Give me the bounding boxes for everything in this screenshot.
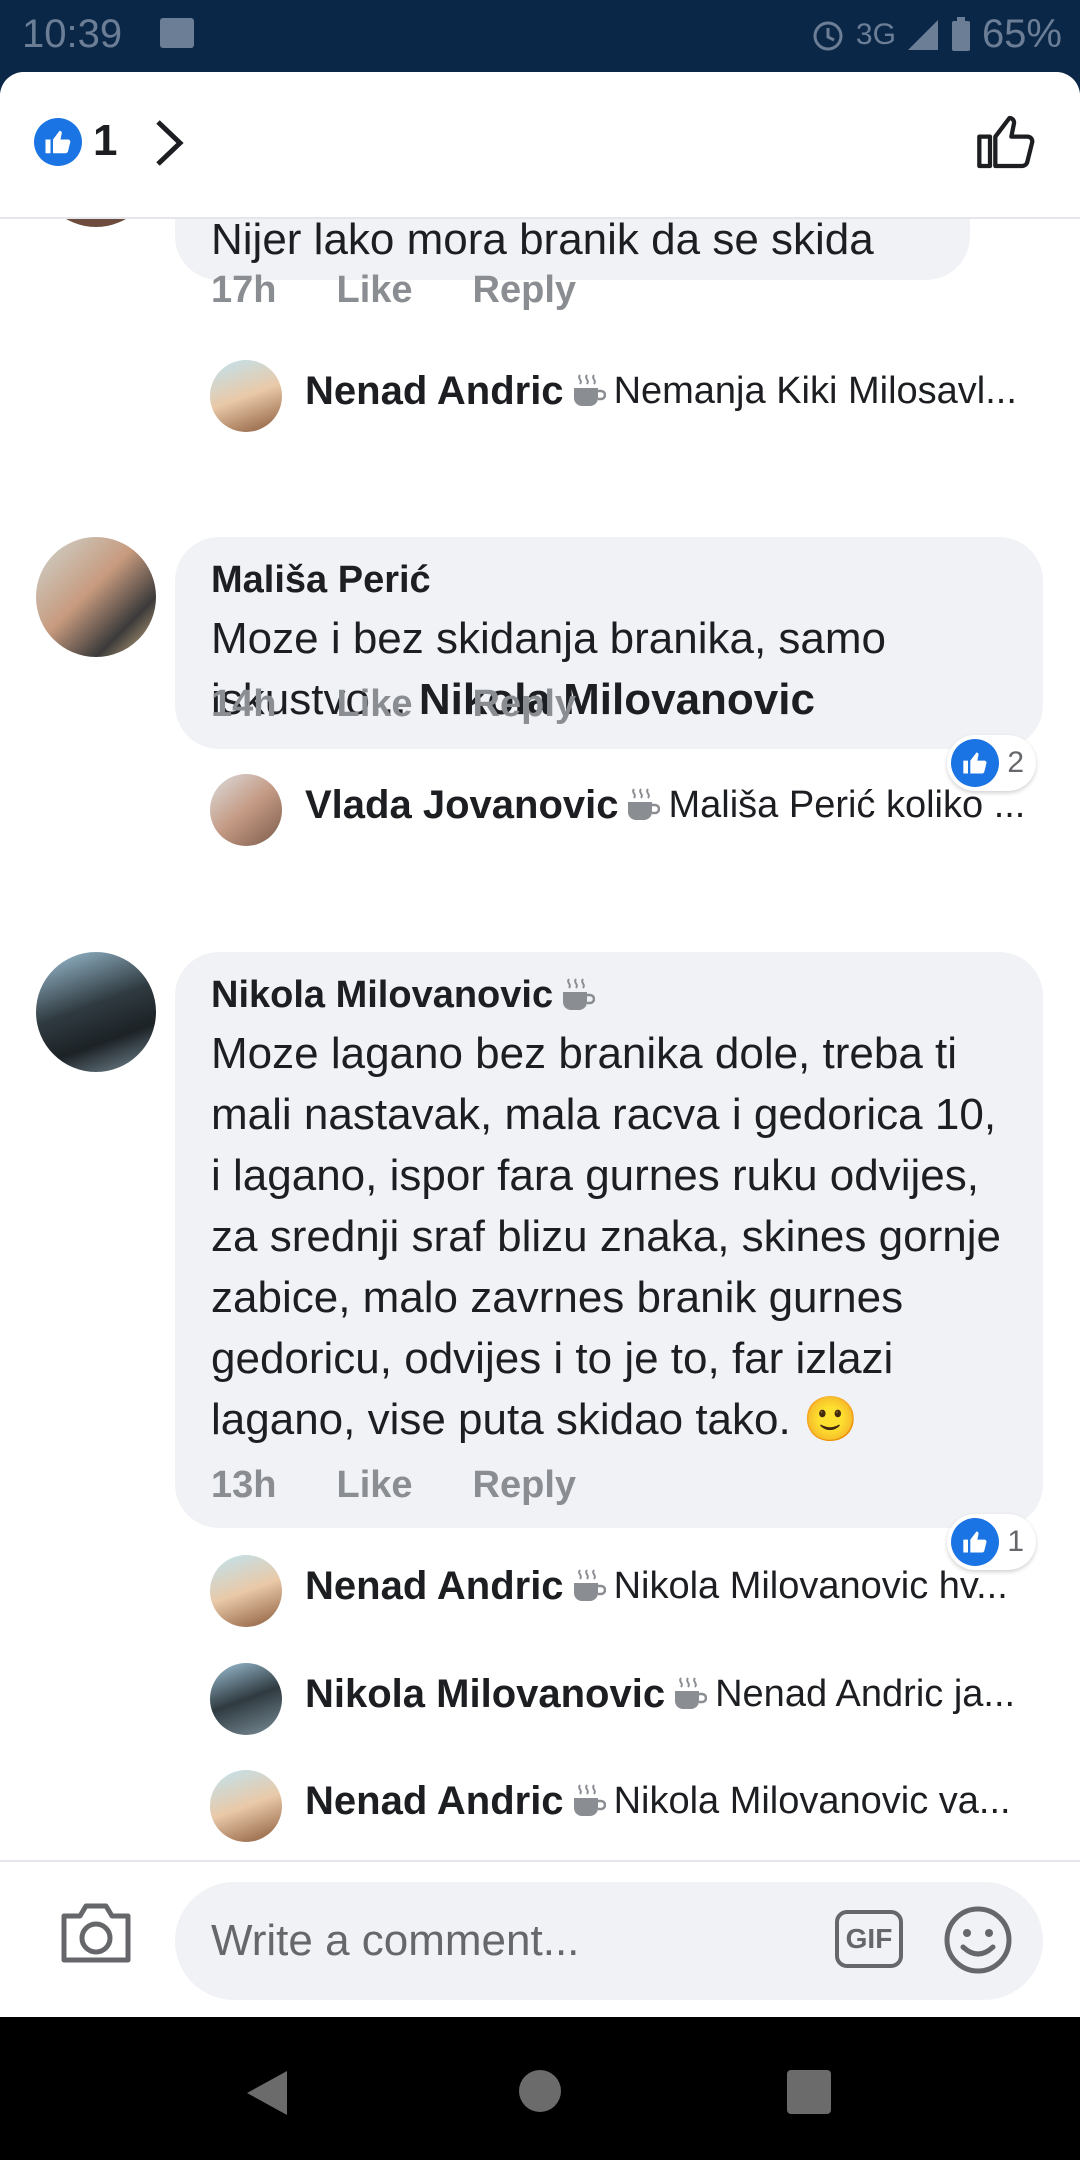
comment-time: 13h [211, 1464, 277, 1506]
coffee-cup-icon [573, 1783, 606, 1816]
emoji-icon[interactable] [943, 1905, 1013, 1975]
like-button[interactable]: Like [336, 1464, 412, 1507]
reply-preview[interactable]: Nenad Andric Nikola Milovanovic hv... [210, 1564, 1008, 1609]
reaction-count: 2 [1007, 746, 1024, 779]
coffee-cup-icon [628, 787, 661, 820]
status-time: 10:39 [22, 12, 123, 56]
comment-text: Nijer lako mora branik da se skida [211, 217, 874, 264]
comment-author[interactable]: Mališa Perić [211, 559, 1007, 602]
reply-author: Nikola Milovanovic [305, 1672, 666, 1716]
back-nav-icon[interactable] [245, 2069, 289, 2117]
reply-author: Nenad Andric [305, 369, 564, 413]
coffee-cup-icon [563, 977, 596, 1010]
comment-composer: Write a comment... GIF [0, 1860, 1080, 2017]
reply-button[interactable]: Reply [473, 1464, 576, 1507]
reply-preview-text: Nikola Milovanovic hv... [613, 1565, 1008, 1607]
like-reaction-icon [951, 1518, 1000, 1566]
home-nav-icon[interactable] [518, 2069, 562, 2113]
reply-button[interactable]: Reply [473, 269, 576, 312]
comments-sheet: 1 Nijer lako mora branik da se skida 17h… [0, 72, 1080, 2017]
comment-author-row: Nikola Milovanovic [211, 974, 1007, 1017]
coffee-cup-icon [675, 1676, 708, 1709]
reply-button[interactable]: Reply [473, 683, 576, 726]
battery-percent: 65% [981, 12, 1062, 56]
reply-author: Nenad Andric [305, 1564, 564, 1608]
reply-preview[interactable]: Nenad Andric Nikola Milovanovic va... [210, 1779, 1011, 1824]
reactions-header: 1 [0, 72, 1080, 219]
reply-preview[interactable]: Nikola Milovanovic Nenad Andric ja... [210, 1672, 1015, 1717]
like-button[interactable]: Like [336, 683, 412, 726]
gif-icon[interactable]: GIF [835, 1910, 903, 1968]
reply-preview[interactable]: Nenad Andric Nemanja Kiki Milosavl... [210, 369, 1017, 414]
comment-time: 14h [211, 683, 277, 725]
comment-bubble[interactable]: Nikola Milovanovic Moze lagano bez brani… [175, 952, 1043, 1528]
alarm-icon [813, 21, 843, 50]
comment-actions: 13h Like Reply [211, 1464, 576, 1507]
reply-preview-text: Mališa Perić koliko ... [668, 784, 1026, 826]
comment-thread: Nijer lako mora branik da se skida 17h L… [0, 217, 1080, 1933]
camera-icon[interactable] [58, 1900, 134, 1966]
comment-author[interactable]: Nikola Milovanovic [211, 974, 553, 1017]
like-reaction-icon [951, 739, 1000, 787]
comment-actions: 14h Like Reply [211, 683, 576, 726]
reply-preview-text: Nenad Andric ja... [715, 1673, 1016, 1715]
like-badge-icon[interactable] [34, 118, 82, 166]
comment-text: Moze lagano bez branika dole, treba ti m… [211, 1029, 1001, 1444]
recents-nav-icon[interactable] [787, 2070, 831, 2114]
comment-time: 17h [211, 269, 277, 311]
gallery-notification-icon [160, 18, 194, 48]
signal-icon [907, 19, 938, 50]
reaction-summary[interactable]: 1 [947, 1514, 1036, 1570]
comment-input-placeholder: Write a comment... [211, 1916, 580, 1965]
reply-author: Vlada Jovanovic [305, 783, 619, 827]
status-right: 3G 65% [810, 12, 1062, 57]
reply-author: Nenad Andric [305, 1779, 564, 1823]
battery-icon [951, 16, 970, 51]
comment-input[interactable]: Write a comment... GIF [175, 1882, 1043, 2000]
like-button[interactable]: Like [336, 269, 412, 312]
network-label: 3G [855, 17, 896, 51]
avatar[interactable] [36, 952, 156, 1072]
chevron-right-icon[interactable] [148, 118, 188, 168]
reply-preview-text: Nemanja Kiki Milosavl... [613, 370, 1017, 412]
reply-preview-text: Nikola Milovanovic va... [613, 1780, 1011, 1822]
reaction-count[interactable]: 1 [93, 116, 117, 166]
coffee-cup-icon [573, 1568, 606, 1601]
reaction-count: 1 [1007, 1525, 1024, 1558]
comment-actions: 17h Like Reply [211, 269, 576, 312]
reply-preview[interactable]: Vlada Jovanovic Mališa Perić koliko ... [210, 783, 1025, 828]
android-nav-bar [0, 2017, 1080, 2160]
status-bar: 10:39 3G 65% [0, 0, 1080, 72]
thumbs-up-outline-icon[interactable] [974, 110, 1038, 174]
avatar[interactable] [36, 537, 156, 657]
coffee-cup-icon [573, 373, 606, 406]
